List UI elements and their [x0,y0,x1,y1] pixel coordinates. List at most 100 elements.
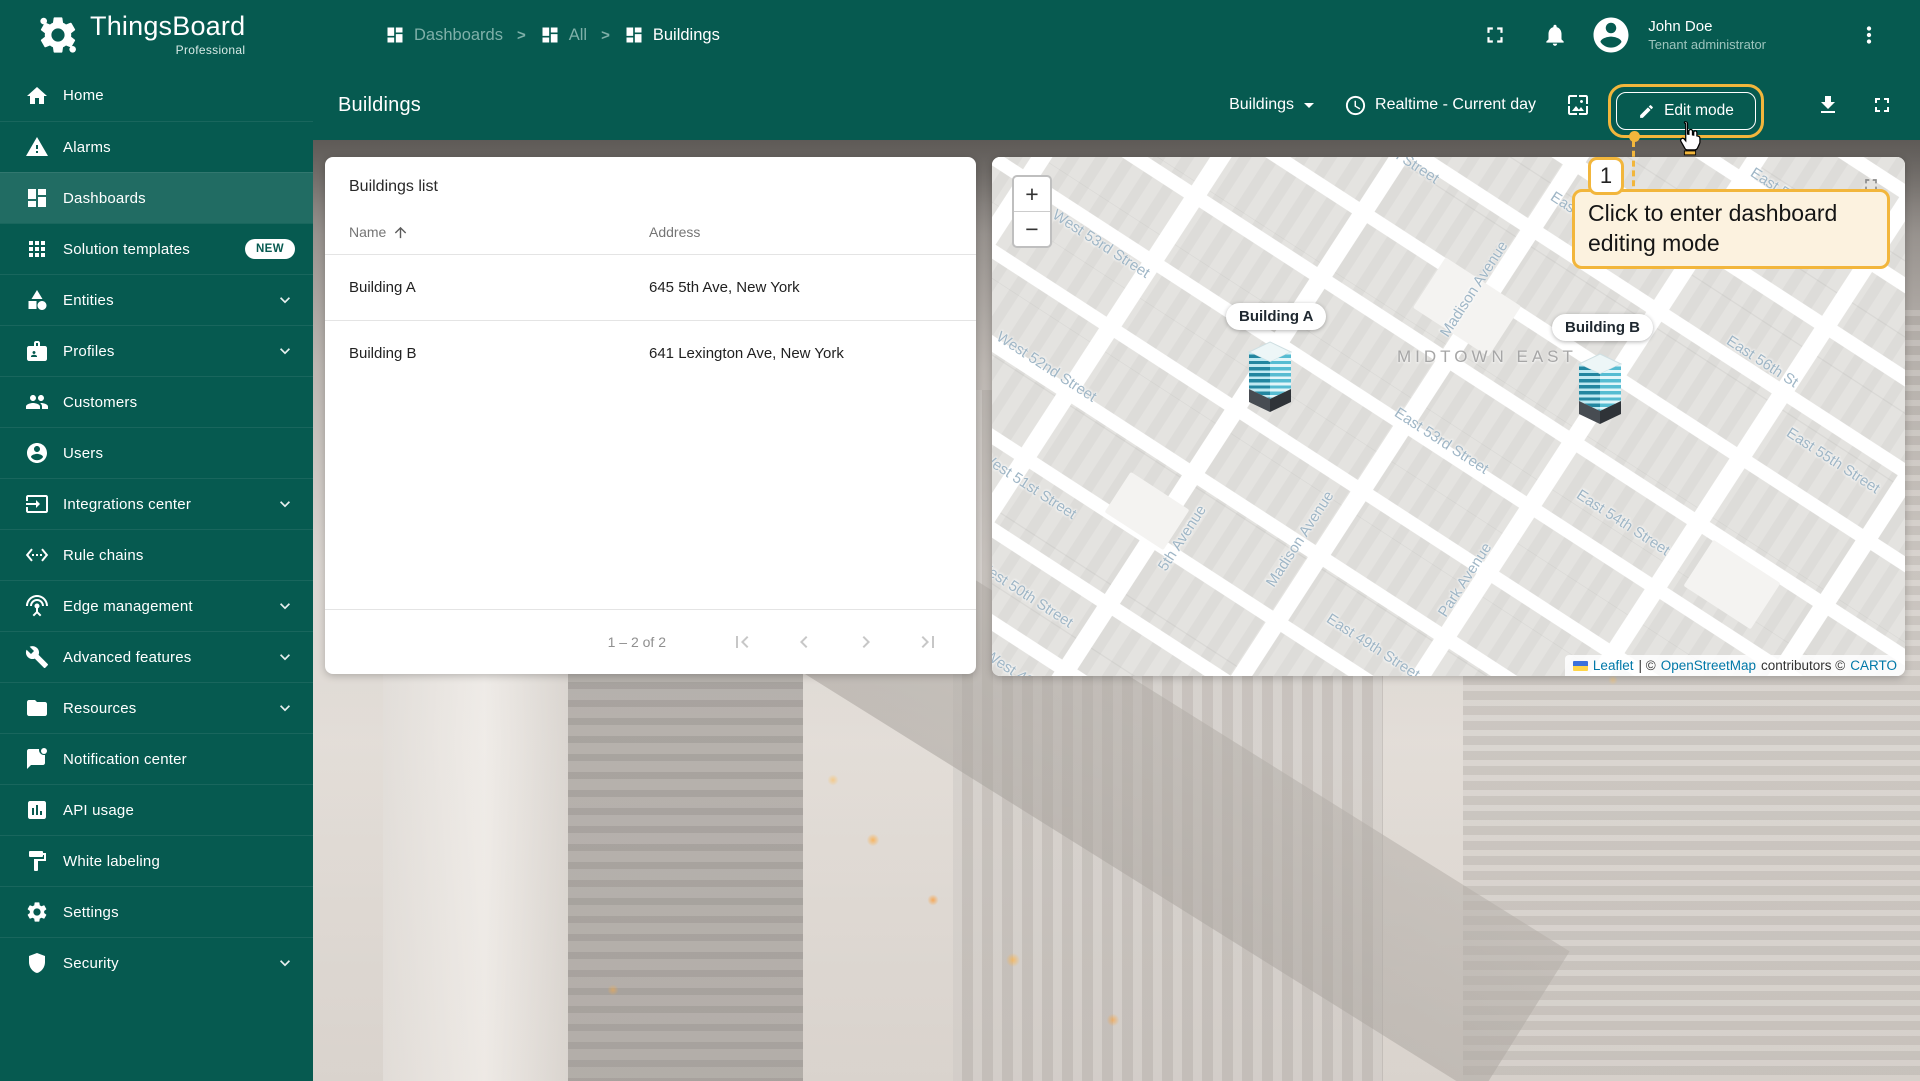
sidebar-item-security[interactable]: Security [0,937,313,988]
logo-title: ThingsBoard [90,11,246,41]
sidebar-item-notification-center[interactable]: Notification center [0,733,313,784]
marker-label-building-a[interactable]: Building A [1226,303,1327,330]
chevron-down-icon [275,341,295,361]
zoom-in-button[interactable]: + [1014,177,1050,212]
edit-mode-label: Edit mode [1664,102,1734,119]
chevron-down-icon [275,596,295,616]
building-3d-marker-icon[interactable] [1248,341,1292,413]
table-row[interactable]: Building A 645 5th Ave, New York [325,254,976,320]
map-zoom-control: + − [1012,175,1052,248]
fullscreen-icon[interactable] [1482,22,1508,48]
breadcrumb-item-buildings[interactable]: Buildings [624,25,720,45]
sidebar-item-label: Home [63,87,104,104]
sidebar-item-resources[interactable]: Resources [0,682,313,733]
sidebar-item-api-usage[interactable]: API usage [0,784,313,835]
chevron-down-icon [1304,102,1315,108]
openstreetmap-link[interactable]: OpenStreetMap [1661,658,1756,673]
antenna-icon [25,594,49,618]
thingsboard-logo-icon [36,13,80,57]
sidebar-item-solution-templates[interactable]: Solution templates NEW [0,223,313,274]
breadcrumb-item-all[interactable]: All [540,25,587,45]
timewindow-label: Realtime - Current day [1375,96,1536,113]
table-body: Building A 645 5th Ave, New York Buildin… [325,254,976,386]
cell-address: 641 Lexington Ave, New York [649,345,844,362]
column-header-name[interactable]: Name [349,224,649,241]
dashboard-icon [624,25,644,45]
folder-icon [25,696,49,720]
breadcrumb-item-dashboards[interactable]: Dashboards [385,25,503,45]
pagination-range-label: 1 – 2 of 2 [607,634,666,650]
sidebar-item-settings[interactable]: Settings [0,886,313,937]
background-image-icon[interactable] [1566,93,1590,117]
sidebar-item-white-labeling[interactable]: White labeling [0,835,313,886]
sidebar-item-profiles[interactable]: Profiles [0,325,313,376]
next-page-icon[interactable] [854,630,878,654]
toolbar-fullscreen-icon[interactable] [1870,93,1894,117]
map-tiles[interactable]: West 53rd StreetWest 54th StreetWest 52n… [992,157,1905,676]
map-attribution: Leaflet | © OpenStreetMap contributors ©… [1564,655,1905,676]
map-widget[interactable]: West 53rd StreetWest 54th StreetWest 52n… [992,157,1905,676]
sidebar-item-label: Entities [63,291,114,309]
more-vert-icon[interactable] [1856,22,1882,48]
column-name-label: Name [349,224,387,240]
buildings-list-widget: Buildings list Name Address Building A 6… [325,157,976,674]
carto-link[interactable]: CARTO [1850,658,1897,673]
column-header-address[interactable]: Address [649,224,700,240]
zoom-out-button[interactable]: − [1014,212,1050,246]
sidebar-item-customers[interactable]: Customers [0,376,313,427]
user-role: Tenant administrator [1648,37,1766,52]
avatar[interactable] [1590,14,1632,56]
map-fullscreen-icon[interactable] [1861,175,1881,195]
breadcrumb-label: All [568,25,588,44]
user-info[interactable]: John Doe Tenant administrator [1648,18,1766,52]
breadcrumb: Dashboards > All > Buildings [385,25,720,45]
sidebar-item-dashboards[interactable]: Dashboards [0,172,313,223]
sidebar-item-edge-management[interactable]: Edge management [0,580,313,631]
ukraine-flag-icon [1572,660,1588,671]
last-page-icon[interactable] [916,630,940,654]
sidebar-item-users[interactable]: Users [0,427,313,478]
sidebar-item-label: Profiles [63,342,115,360]
sidebar-item-label: Rule chains [63,546,144,564]
notifications-bell-icon[interactable] [1542,22,1568,48]
apps-icon [25,237,49,261]
timewindow-button[interactable]: Realtime - Current day [1344,94,1536,117]
prev-page-icon[interactable] [792,630,816,654]
sidebar-item-home[interactable]: Home [0,70,313,121]
build-icon [25,645,49,669]
table-pagination: 1 – 2 of 2 [325,609,976,674]
chevron-down-icon [275,494,295,514]
edit-mode-button[interactable]: Edit mode [1616,92,1756,130]
sidebar-item-entities[interactable]: Entities [0,274,313,325]
chevron-down-icon [275,953,295,973]
leaflet-link[interactable]: Leaflet [1593,658,1634,673]
sidebar-item-label: Customers [63,393,138,411]
sidebar-item-label: Notification center [63,750,187,768]
widget-title: Buildings list [349,178,438,195]
dashboard-state-select[interactable]: Buildings [1229,96,1315,114]
app-logo[interactable]: ThingsBoard Professional [0,13,313,57]
account-icon [25,441,49,465]
cell-address: 645 5th Ave, New York [649,279,800,296]
dashboard-toolbar: Buildings Buildings Realtime - Current d… [313,70,1920,140]
sidebar-item-label: API usage [63,801,135,819]
building-3d-marker-icon[interactable] [1578,353,1622,425]
sort-asc-icon [392,224,409,241]
sidebar-item-integrations-center[interactable]: Integrations center [0,478,313,529]
sidebar-item-label: Integrations center [63,495,192,513]
download-icon[interactable] [1816,93,1840,117]
badge-icon [25,339,49,363]
sidebar-item-rule-chains[interactable]: Rule chains [0,529,313,580]
sidebar-item-advanced-features[interactable]: Advanced features [0,631,313,682]
edit-mode-highlight-ring: Edit mode [1608,84,1764,138]
chevron-down-icon [275,698,295,718]
marker-label-building-b[interactable]: Building B [1552,314,1653,341]
sidebar-item-label: Dashboards [63,189,146,207]
warning-icon [25,135,49,159]
logo-subtitle: Professional [175,43,246,57]
breadcrumb-separator: > [601,26,610,44]
category-icon [25,288,49,312]
table-row[interactable]: Building B 641 Lexington Ave, New York [325,320,976,386]
first-page-icon[interactable] [730,630,754,654]
sidebar-item-alarms[interactable]: Alarms [0,121,313,172]
